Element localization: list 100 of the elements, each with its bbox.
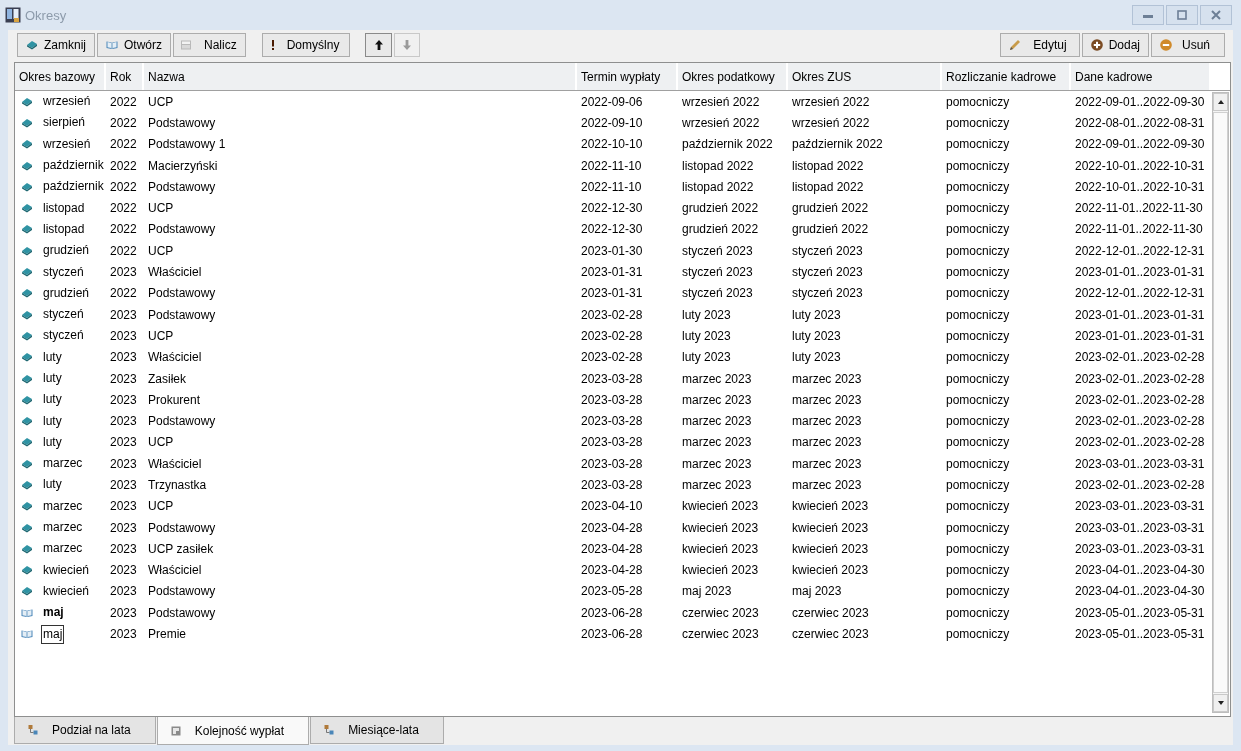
book-icon — [21, 437, 33, 448]
table-cell: maj — [41, 624, 65, 644]
table-cell-text: 2023-03-28 — [580, 434, 644, 452]
book-icon — [21, 288, 33, 299]
scroll-down-button[interactable] — [1213, 694, 1228, 712]
table-cell-text: pomocniczy — [945, 562, 1011, 580]
column-header[interactable]: Okres ZUS — [788, 63, 942, 90]
table-cell-text: styczeń 2023 — [681, 285, 754, 303]
open-book-icon — [21, 607, 33, 618]
open-book-icon — [21, 629, 33, 640]
close-button[interactable]: Zamknij — [17, 33, 95, 57]
table-cell-text: Podstawowy — [147, 114, 217, 132]
table-cell-text: 2022-09-01..2022-09-30 — [1074, 136, 1206, 154]
table-cell-text: listopad 2022 — [791, 157, 865, 175]
column-header[interactable]: Okres podatkowy — [678, 63, 788, 90]
book-icon — [21, 160, 33, 171]
table-cell-text: grudzień — [42, 284, 91, 302]
close-window-button[interactable] — [1200, 5, 1232, 25]
table-cell-text: 2023-02-01..2023-02-28 — [1074, 477, 1206, 494]
table-cell-text: 2023-01-31 — [580, 264, 644, 281]
table-cell-text: pomocniczy — [945, 540, 1011, 558]
table-cell-text: marzec 2023 — [681, 413, 753, 431]
table-cell-text: marzec 2023 — [791, 413, 863, 431]
maximize-button[interactable] — [1166, 5, 1198, 25]
default-button[interactable]: Domyślny — [261, 33, 351, 57]
book-icon — [21, 245, 33, 256]
table-cell-text: luty 2023 — [681, 306, 732, 324]
open-button[interactable]: Otwórz — [97, 33, 172, 57]
table-cell-text: pomocniczy — [945, 604, 1011, 622]
table-cell-text: 2023-01-31 — [580, 285, 644, 303]
move-up-button[interactable] — [365, 33, 393, 57]
table-cell-text: styczeń 2023 — [681, 264, 754, 281]
column-header[interactable]: Rozliczanie kadrowe — [942, 63, 1071, 90]
tab[interactable]: Podział na lata — [14, 717, 156, 744]
book-icon — [21, 117, 33, 128]
table-cell-text: pomocniczy — [945, 498, 1011, 516]
add-button[interactable]: Dodaj — [1081, 33, 1149, 57]
table-cell-text: styczeń 2023 — [791, 285, 864, 303]
scroll-up-button[interactable] — [1213, 93, 1228, 111]
edit-button[interactable]: Edytuj — [1000, 33, 1080, 57]
calculator-icon — [180, 40, 193, 50]
arrow-up-icon — [374, 40, 383, 50]
book-icon — [21, 501, 33, 512]
table-cell-text: 2023-03-28 — [580, 413, 644, 431]
open-book-icon — [106, 40, 118, 50]
calculate-button[interactable]: Nalicz — [173, 33, 246, 57]
table-cell-text: 2023 — [109, 455, 138, 473]
table-cell-text: 2023-06-28 — [580, 626, 644, 644]
column-header[interactable]: Nazwa — [144, 63, 577, 90]
table-cell-text: 2023-04-01..2023-04-30 — [1074, 583, 1206, 601]
table-cell-text: marzec — [42, 497, 84, 515]
table-cell-text: 2023 — [109, 498, 138, 516]
column-header[interactable]: Okres bazowy — [15, 63, 106, 90]
table-cell-text: czerwiec 2023 — [791, 604, 870, 622]
table-cell-text: Trzynastka — [147, 477, 208, 494]
table-cell-text: Podstawowy — [147, 413, 217, 431]
table-cell-text: 2023-02-01..2023-02-28 — [1074, 434, 1206, 452]
book-icon — [21, 224, 33, 235]
table-cell-text: pomocniczy — [945, 391, 1011, 409]
table-cell-text: 2023-03-01..2023-03-31 — [1074, 498, 1206, 516]
table-cell-text: kwiecień 2023 — [791, 519, 870, 537]
scrollbar-thumb[interactable] — [1213, 112, 1228, 693]
table-cell-text: pomocniczy — [945, 370, 1011, 388]
delete-button[interactable]: Usuń — [1151, 33, 1225, 57]
table-cell-text: Podstawowy — [147, 178, 217, 196]
scrollbar[interactable] — [1212, 92, 1229, 713]
table-cell-text: marzec — [42, 519, 84, 537]
table-cell-text: marzec 2023 — [791, 370, 863, 388]
table-cell-text: styczeń 2023 — [681, 242, 754, 260]
table-cell-text: pomocniczy — [945, 264, 1011, 281]
table-cell-text: luty 2023 — [791, 349, 842, 367]
minimize-button[interactable] — [1132, 5, 1164, 25]
column-header[interactable]: Termin wypłaty — [577, 63, 678, 90]
table-cell-text: pomocniczy — [945, 114, 1011, 132]
tab[interactable]: Kolejność wypłat — [156, 717, 310, 745]
table-cell-text: luty 2023 — [791, 327, 842, 345]
table-cell-text: luty — [42, 348, 63, 366]
table-cell-text: kwiecień 2023 — [791, 540, 870, 558]
table-cell-text: grudzień 2022 — [791, 221, 870, 239]
table-cell-text: 2023-05-01..2023-05-31 — [1074, 604, 1206, 622]
book-icon — [21, 203, 33, 214]
book-icon — [21, 586, 33, 597]
table-cell-text: UCP — [147, 200, 175, 218]
pencil-icon — [1009, 39, 1022, 51]
table-cell-text: styczeń — [42, 327, 85, 345]
table-cell-text: październik — [42, 178, 105, 196]
table-cell-text: 2022-11-10 — [580, 178, 643, 196]
table-cell-text: Podstawowy — [147, 285, 217, 303]
column-header[interactable]: Rok — [106, 63, 144, 90]
table-cell-text: kwiecień 2023 — [681, 498, 760, 516]
table-cell-text: 2023-02-01..2023-02-28 — [1074, 370, 1206, 388]
column-header[interactable]: Dane kadrowe — [1071, 63, 1211, 90]
table-cell-text: 2022 — [109, 221, 138, 239]
table-cell-text: pomocniczy — [945, 434, 1011, 452]
tab[interactable]: Miesiące-lata — [310, 717, 444, 744]
table-cell-text: pomocniczy — [945, 93, 1011, 111]
table-cell-text: marzec 2023 — [791, 391, 863, 409]
book-icon — [21, 480, 33, 490]
table-cell-text: 2023 — [109, 413, 138, 431]
table-cell-text: Podstawowy 1 — [147, 136, 227, 154]
